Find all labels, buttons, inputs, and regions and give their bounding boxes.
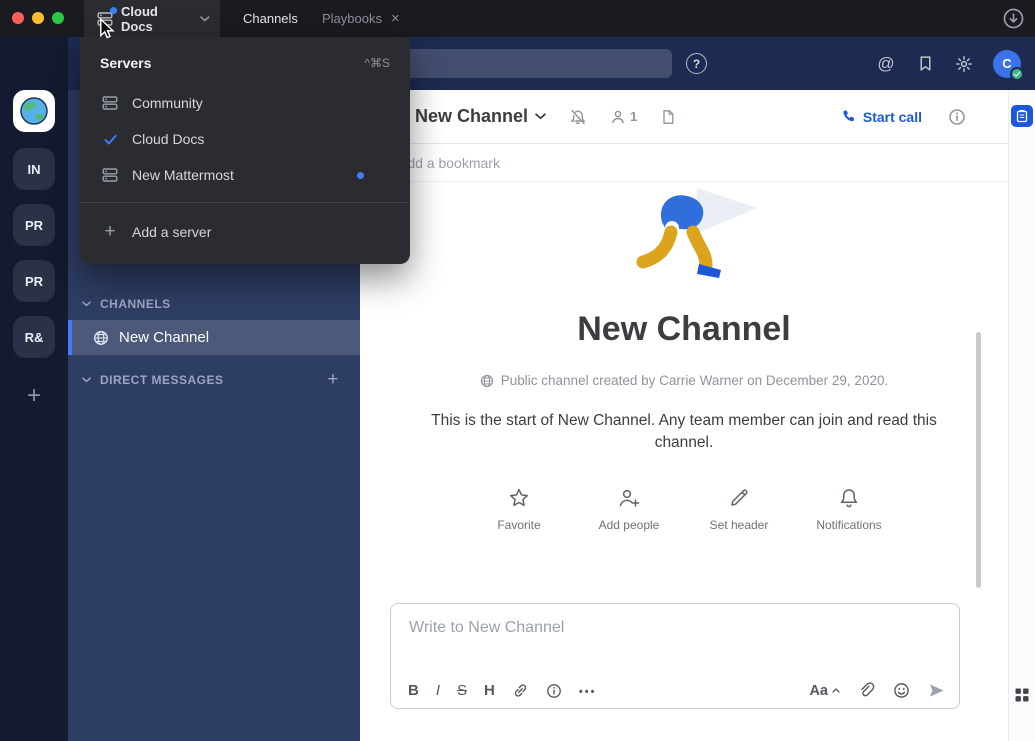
bookmarks-bar[interactable]: Add a bookmark [360,144,1008,182]
server-item-new-mattermost[interactable]: New Mattermost [80,157,410,193]
playbooks-app-icon[interactable] [1011,105,1033,127]
text-style-button[interactable]: Aa [809,683,840,699]
caret-up-icon [832,688,840,693]
star-icon [508,487,530,509]
scrollbar[interactable] [976,332,981,588]
chevron-down-icon [200,16,210,22]
add-server-button[interactable]: + Add a server [80,212,410,252]
team-tile-active[interactable] [13,90,55,132]
message-composer[interactable]: Write to New Channel B I S H ••• Aa [390,603,960,709]
channel-intro-illustration [609,188,759,290]
settings-gear-icon[interactable] [954,55,974,73]
saved-posts-icon[interactable] [915,55,935,72]
search-input[interactable] [365,49,672,78]
server-stack-icon [100,166,120,184]
download-update-icon[interactable] [1003,8,1024,29]
message-input[interactable]: Write to New Channel [391,604,959,652]
person-plus-icon [617,487,641,509]
app-bar [1008,90,1035,741]
main-area: New Channel 1 Start call Add a bookmark [360,90,1008,741]
pencil-icon [728,487,750,509]
unread-dot [357,172,364,179]
servers-menu-title: Servers [100,55,151,71]
channel-item-new-channel[interactable]: New Channel [68,320,360,355]
servers-menu: Servers ^⌘S Community Cloud Docs New Mat… [80,37,410,264]
start-call-button[interactable]: Start call [841,109,922,125]
globe-illustration-icon [19,96,49,126]
send-message-icon[interactable] [928,682,945,699]
add-people-button[interactable]: Add people [589,487,669,532]
bell-icon [838,487,860,509]
attach-file-icon[interactable] [858,682,875,699]
add-bookmark-label[interactable]: Add a bookmark [398,155,500,171]
info-circle-icon[interactable] [546,683,562,699]
channel-intro-byline: Public channel created by Carrie Warner … [360,373,1008,388]
strikethrough-button[interactable]: S [457,683,467,698]
mouse-cursor [99,18,115,40]
minimize-window-button[interactable] [32,12,44,24]
window-controls [12,12,64,24]
chevron-down-icon [82,377,91,383]
channel-intro-description: This is the start of New Channel. Any te… [412,410,957,455]
heading-button[interactable]: H [484,683,495,698]
online-status-badge [1010,67,1024,81]
globe-icon [480,374,494,388]
zoom-window-button[interactable] [52,12,64,24]
channel-info-icon[interactable] [948,108,966,126]
mentions-icon[interactable]: @ [876,54,896,74]
set-header-button[interactable]: Set header [699,487,779,532]
emoji-icon[interactable] [893,682,910,699]
chevron-down-icon[interactable] [535,113,546,120]
member-count: 1 [630,109,637,124]
channel-members-button[interactable]: 1 [610,109,637,125]
apps-grid-icon[interactable] [1014,687,1030,703]
check-icon [100,130,120,148]
notifications-button[interactable]: Notifications [809,487,889,532]
plus-icon: + [100,223,120,241]
server-rail: IN PR PR R& + [0,37,68,741]
add-team-button[interactable]: + [13,375,55,417]
tab-playbooks[interactable]: Playbooks × [322,0,400,37]
italic-button[interactable]: I [436,683,440,698]
team-tile[interactable]: IN [13,148,55,190]
user-avatar[interactable]: C [993,50,1021,78]
server-tab-label: Cloud Docs [121,4,190,34]
chevron-down-icon [82,301,91,307]
phone-icon [841,109,856,124]
channel-header: New Channel 1 Start call [360,90,1008,144]
direct-messages-section-header[interactable]: DIRECT MESSAGES + [68,368,360,392]
add-direct-message-button[interactable]: + [327,369,339,391]
channel-files-icon[interactable] [660,109,676,125]
channel-intro-title: New Channel [360,310,1008,349]
server-item-community[interactable]: Community [80,85,410,121]
globe-icon [93,330,109,346]
servers-menu-shortcut: ^⌘S [364,56,390,70]
formatting-toolbar: B I S H ••• Aa [408,682,945,699]
team-tile[interactable]: PR [13,204,55,246]
team-tile[interactable]: PR [13,260,55,302]
channels-section-header[interactable]: CHANNELS [68,292,360,316]
unread-dot [110,7,117,14]
notifications-muted-icon[interactable] [569,108,587,126]
team-tile[interactable]: R& [13,316,55,358]
menu-divider [80,202,410,203]
close-tab-icon[interactable]: × [391,11,400,26]
tab-channels[interactable]: Channels [243,0,298,37]
server-stack-icon [100,94,120,112]
window-titlebar: Cloud Docs Channels Playbooks × [0,0,1035,37]
more-formatting-icon[interactable]: ••• [579,684,597,698]
member-icon [610,109,626,125]
bold-button[interactable]: B [408,683,419,698]
server-item-cloud-docs[interactable]: Cloud Docs [80,121,410,157]
channel-intro-actions: Favorite Add people Set header Notificat… [360,487,1008,532]
close-window-button[interactable] [12,12,24,24]
channel-intro: New Channel Public channel created by Ca… [360,182,1008,532]
link-icon[interactable] [512,682,529,699]
channel-title[interactable]: New Channel [415,106,528,127]
favorite-button[interactable]: Favorite [479,487,559,532]
help-icon[interactable]: ? [686,53,707,74]
